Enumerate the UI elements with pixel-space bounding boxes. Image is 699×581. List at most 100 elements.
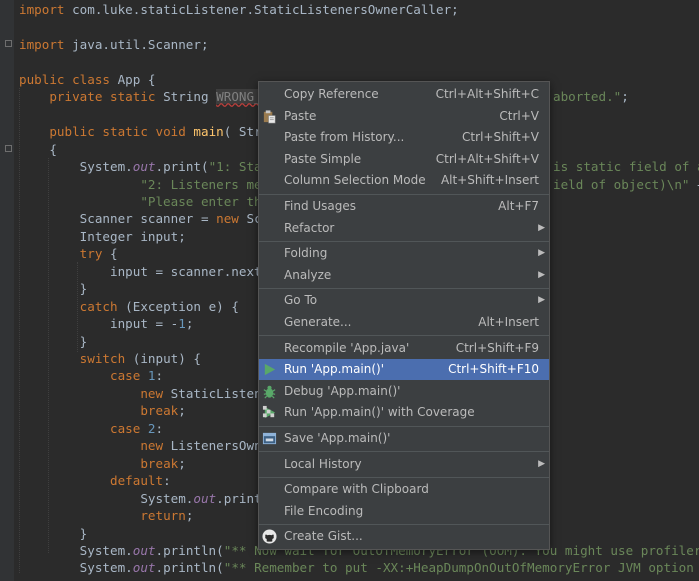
code-line: public static void main( Strin bbox=[19, 123, 276, 140]
menu-item-label: Local History bbox=[284, 456, 362, 471]
code-token: App { bbox=[117, 71, 156, 87]
code-token: } bbox=[19, 525, 88, 541]
menu-item-shortcut: Alt+F7 bbox=[498, 199, 539, 213]
code-token: public static void bbox=[49, 124, 194, 140]
menu-folding[interactable]: Folding ▶ bbox=[259, 243, 549, 264]
menu-separator bbox=[259, 335, 549, 337]
github-icon bbox=[262, 529, 277, 544]
menu-compare-with-clipboard[interactable]: Compare with Clipboard bbox=[259, 479, 549, 500]
code-token: new bbox=[216, 211, 247, 227]
code-line: case 1: bbox=[19, 367, 163, 384]
code-line: break; bbox=[19, 402, 186, 419]
code-token: 1 bbox=[147, 368, 156, 384]
menu-item-label: Debug 'App.main()' bbox=[284, 383, 401, 398]
menu-recompile[interactable]: Recompile 'App.java' Ctrl+Shift+F9 bbox=[259, 338, 549, 359]
code-token: out bbox=[193, 490, 217, 506]
code-token: case bbox=[110, 420, 148, 436]
menu-separator bbox=[259, 476, 549, 478]
code-token: { bbox=[110, 246, 118, 262]
code-token: : bbox=[155, 368, 164, 384]
submenu-arrow-icon: ▶ bbox=[538, 295, 545, 306]
menu-paste[interactable]: Paste Ctrl+V bbox=[259, 106, 549, 127]
menu-item-label: Paste Simple bbox=[284, 151, 362, 166]
menu-paste-from-history[interactable]: Paste from History... Ctrl+Shift+V bbox=[259, 127, 549, 148]
menu-separator bbox=[259, 193, 549, 195]
menu-debug[interactable]: Debug 'App.main()' bbox=[259, 381, 549, 402]
coverage-icon bbox=[262, 405, 277, 420]
code-line-fragment: aborted."; bbox=[553, 88, 629, 105]
code-line: input = -1; bbox=[19, 315, 193, 332]
code-line: new ListenersOwne bbox=[19, 437, 269, 454]
menu-column-selection-mode[interactable]: Column Selection Mode Alt+Shift+Insert bbox=[259, 170, 549, 191]
menu-item-label: Create Gist... bbox=[284, 529, 363, 544]
menu-generate[interactable]: Generate... Alt+Insert bbox=[259, 312, 549, 333]
menu-item-shortcut: Ctrl+Shift+F10 bbox=[448, 362, 539, 377]
menu-run[interactable]: Run 'App.main()' Ctrl+Shift+F10 bbox=[259, 359, 549, 381]
menu-item-label: Compare with Clipboard bbox=[284, 482, 429, 497]
code-line: case 2: bbox=[19, 420, 163, 437]
code-token: break bbox=[140, 455, 179, 471]
menu-separator bbox=[259, 240, 549, 242]
editor-gutter bbox=[0, 0, 14, 581]
code-token: } bbox=[19, 333, 88, 349]
menu-copy-reference[interactable]: Copy Reference Ctrl+Alt+Shift+C bbox=[259, 84, 549, 105]
code-token: default bbox=[110, 473, 164, 489]
code-line: import com.luke.staticListener.StaticLis… bbox=[19, 1, 459, 18]
menu-item-label: Go To bbox=[284, 293, 318, 308]
code-token: (Exception e) { bbox=[125, 298, 239, 314]
editor-context-menu: Copy Reference Ctrl+Alt+Shift+C Paste Ctrl+… bbox=[258, 81, 550, 550]
code-line: Integer input; bbox=[19, 228, 186, 245]
code-token: "2: Listeners memo bbox=[19, 176, 277, 192]
code-token: System. bbox=[19, 560, 133, 576]
code-token: { bbox=[19, 141, 57, 157]
fold-marker[interactable] bbox=[5, 40, 12, 47]
menu-item-label: Recompile 'App.java' bbox=[284, 340, 410, 355]
run-play-icon bbox=[262, 362, 277, 377]
menu-local-history[interactable]: Local History ▶ bbox=[259, 454, 549, 475]
code-token: : bbox=[163, 473, 171, 489]
menu-analyze[interactable]: Analyze ▶ bbox=[259, 265, 549, 286]
code-line: import java.util.Scanner; bbox=[19, 36, 209, 53]
code-token: catch bbox=[79, 298, 126, 314]
menu-separator bbox=[259, 425, 549, 427]
menu-run-with-coverage[interactable]: Run 'App.main()' with Coverage bbox=[259, 402, 549, 423]
code-token: break bbox=[140, 403, 179, 419]
code-token: private static bbox=[49, 89, 164, 105]
menu-item-shortcut: Ctrl+Alt+Shift+C bbox=[435, 87, 539, 101]
menu-save-run-config[interactable]: Save 'App.main()' bbox=[259, 428, 549, 449]
code-token: main bbox=[193, 124, 224, 140]
menu-go-to[interactable]: Go To ▶ bbox=[259, 290, 549, 311]
code-token: "Please enter the bbox=[19, 193, 277, 209]
submenu-arrow-icon: ▶ bbox=[538, 458, 545, 469]
menu-file-encoding[interactable]: File Encoding bbox=[259, 501, 549, 522]
menu-item-label: Save 'App.main()' bbox=[284, 431, 391, 445]
code-token: 2 bbox=[147, 420, 156, 436]
code-line: "2: Listeners memo bbox=[19, 176, 277, 193]
code-token: String bbox=[163, 89, 217, 105]
menu-item-label: Run 'App.main()' with Coverage bbox=[284, 405, 475, 420]
code-token: import bbox=[19, 2, 73, 17]
menu-create-gist[interactable]: Create Gist... bbox=[259, 526, 549, 547]
code-token: input = - bbox=[19, 316, 179, 332]
code-token: System. bbox=[19, 490, 194, 506]
fold-marker[interactable] bbox=[5, 145, 12, 152]
menu-find-usages[interactable]: Find Usages Alt+F7 bbox=[259, 196, 549, 217]
submenu-arrow-icon: ▶ bbox=[538, 269, 545, 280]
menu-item-shortcut: Ctrl+Alt+Shift+V bbox=[435, 151, 539, 166]
menu-paste-simple[interactable]: Paste Simple Ctrl+Alt+Shift+V bbox=[259, 149, 549, 170]
code-line: public class App { bbox=[19, 71, 156, 88]
menu-item-label: Folding bbox=[284, 246, 328, 261]
code-token: out bbox=[132, 159, 156, 175]
code-token: new bbox=[140, 385, 171, 401]
menu-item-shortcut: Ctrl+Shift+F9 bbox=[455, 340, 539, 355]
menu-refactor[interactable]: Refactor ▶ bbox=[259, 218, 549, 239]
menu-item-label: Column Selection Mode bbox=[284, 173, 426, 188]
code-token: ; bbox=[185, 508, 194, 524]
